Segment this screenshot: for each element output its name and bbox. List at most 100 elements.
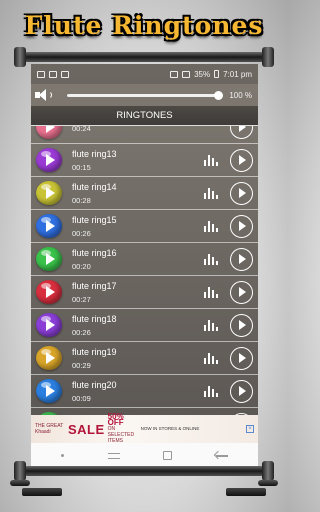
stand-base-right [226, 488, 266, 496]
play-icon[interactable] [230, 313, 253, 337]
ad-right-text: NOW IN STORES & ONLINE [140, 426, 200, 431]
app-banner-title: Flute Ringtones [24, 11, 264, 40]
ringtone-play-ball-icon[interactable] [36, 280, 62, 304]
stand-knob-left [10, 480, 30, 486]
ringtone-title: flute ring16 [72, 247, 117, 258]
ringtone-info: flute ring14 00:28 [72, 181, 204, 206]
ringtone-row[interactable]: flute ring18 00:26 [31, 309, 258, 342]
ringtone-duration: 00:20 [72, 261, 91, 271]
ad-banner[interactable]: THE GREAT Khaadi SALE 50% OFF ON SELECTE… [31, 412, 258, 445]
ringtone-info: flute ring20 00:09 [72, 379, 204, 404]
play-icon[interactable] [230, 346, 253, 370]
nav-dot-icon [60, 454, 64, 457]
ringtone-duration: 00:26 [72, 327, 91, 337]
ringtone-title: flute ring17 [72, 280, 117, 291]
ringtone-duration: 00:15 [72, 162, 91, 172]
ringtone-duration: 00:27 [72, 294, 91, 304]
ringtone-play-ball-icon[interactable] [36, 126, 62, 139]
play-icon[interactable] [230, 181, 253, 205]
back-icon[interactable] [216, 454, 229, 457]
ringtone-info: flute ring16 00:20 [72, 247, 204, 272]
ringtone-play-ball-icon[interactable] [36, 313, 62, 337]
ringtone-play-ball-icon[interactable] [36, 181, 62, 205]
battery-percent: 35% [194, 69, 211, 79]
ringtone-row[interactable]: flute ring19 00:29 [31, 342, 258, 375]
clock: 7:01 pm [223, 69, 252, 79]
message-icon [61, 70, 69, 78]
gallery-icon [37, 70, 45, 78]
ringtone-title: flute ring19 [72, 346, 117, 357]
volume-slider[interactable] [67, 90, 223, 100]
ringtone-title: flute ring20 [72, 379, 117, 390]
ringtone-duration: 00:26 [72, 228, 91, 238]
equalizer-icon [204, 352, 218, 364]
ringtone-title: flute ring15 [72, 214, 117, 225]
stand-base-left [22, 488, 62, 496]
equalizer-icon [204, 154, 218, 166]
ringtone-row[interactable]: flute ring15 00:26 [31, 210, 258, 243]
ringtone-duration: 00:09 [72, 393, 91, 403]
ringtone-row[interactable]: flute ring13 00:15 [31, 144, 258, 177]
system-navbar [31, 443, 258, 468]
ringtone-play-ball-icon[interactable] [36, 247, 62, 271]
ringtone-title: flute ring18 [72, 313, 117, 324]
rod-cap-right-bottom [262, 461, 274, 481]
ringtone-info: flute ring15 00:26 [72, 214, 204, 239]
ringtone-title: flute ring14 [72, 181, 117, 192]
ringtone-row[interactable]: flute ring17 00:27 [31, 276, 258, 309]
play-icon[interactable] [230, 379, 253, 403]
scroll-rod-top [22, 52, 266, 62]
ringtone-row[interactable]: flute ring16 00:20 [31, 243, 258, 276]
volume-fill [67, 93, 218, 97]
ringtone-info: flute ring17 00:27 [72, 280, 204, 305]
ringtone-play-ball-icon[interactable] [36, 346, 62, 370]
volume-value: 100 % [229, 90, 252, 100]
play-icon[interactable] [230, 126, 253, 139]
ringtone-row[interactable]: flute ring14 00:28 [31, 177, 258, 210]
speaker-icon[interactable] [35, 88, 53, 102]
rod-cap-left-top [14, 47, 26, 67]
status-bar: 35% 7:01 pm [31, 64, 258, 84]
ringtone-duration: 00:29 [72, 360, 91, 370]
phone-screen: 35% 7:01 pm 100 % RINGTONES 00:24 flute r… [31, 64, 258, 468]
volume-row: 100 % [31, 84, 258, 106]
play-icon[interactable] [230, 148, 253, 172]
signal-icon [182, 70, 191, 78]
ringtone-play-ball-icon[interactable] [36, 148, 62, 172]
ringtone-info: 00:24 [72, 126, 204, 134]
play-icon[interactable] [230, 280, 253, 304]
equalizer-icon [204, 286, 218, 298]
ringtone-info: flute ring19 00:29 [72, 346, 204, 371]
ad-sale-text: SALE [68, 421, 105, 437]
rod-cap-right-top [262, 47, 274, 67]
equalizer-icon [204, 385, 218, 397]
volume-thumb[interactable] [214, 90, 223, 100]
equalizer-icon [204, 220, 218, 232]
ringtone-list[interactable]: 00:24 flute ring13 00:15 flute ring14 00:28 f… [31, 126, 258, 416]
ad-close-icon[interactable]: × [246, 425, 254, 433]
ringtone-row[interactable]: flute ring20 00:09 [31, 375, 258, 408]
rod-cap-left-bottom [14, 461, 26, 481]
ad-discount: 50% OFF ON SELECTED ITEMS [107, 412, 135, 445]
ringtone-duration: 00:24 [72, 126, 91, 133]
play-icon[interactable] [230, 214, 253, 238]
equalizer-icon [204, 187, 218, 199]
equalizer-icon [204, 319, 218, 331]
home-icon[interactable] [163, 451, 173, 460]
ringtone-play-ball-icon[interactable] [36, 214, 62, 238]
ringtone-play-ball-icon[interactable] [36, 379, 62, 403]
ringtone-duration: 00:28 [72, 195, 91, 205]
ringtone-title: flute ring13 [72, 148, 117, 159]
ringtone-info: flute ring13 00:15 [72, 148, 204, 173]
recent-apps-icon[interactable] [107, 452, 120, 459]
ad-left-text: THE GREAT Khaadi [35, 423, 64, 435]
battery-icon [214, 70, 220, 78]
ringtone-row[interactable]: 00:24 [31, 126, 258, 144]
wifi-icon [170, 70, 179, 78]
section-header: RINGTONES [31, 106, 258, 126]
play-icon[interactable] [230, 247, 253, 271]
equalizer-icon [204, 253, 218, 265]
whatsapp-icon [49, 70, 57, 78]
stand-knob-right [258, 480, 278, 486]
ringtone-info: flute ring18 00:26 [72, 313, 204, 338]
